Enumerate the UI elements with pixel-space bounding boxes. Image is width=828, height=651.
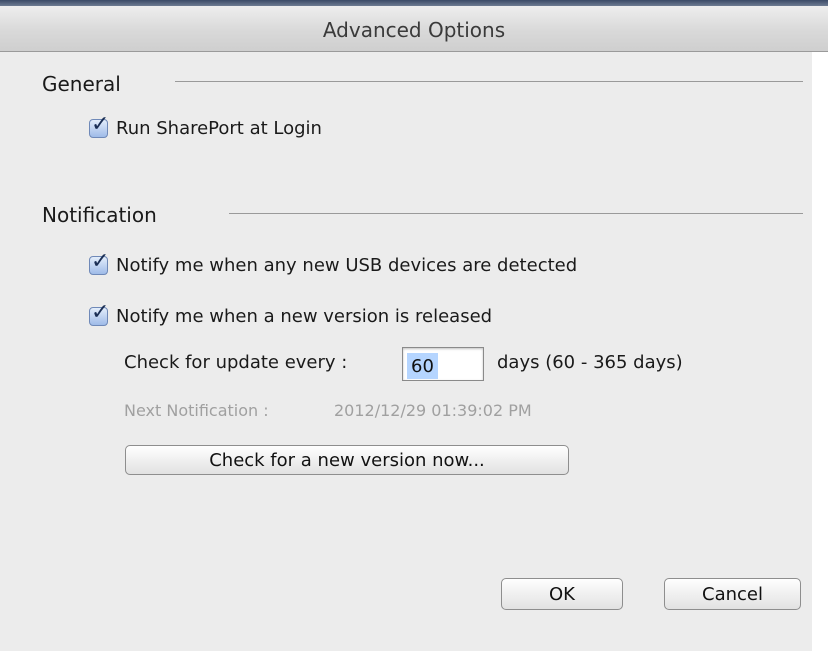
checkmark-icon: ✓ [91,249,110,274]
ok-button[interactable]: OK [501,578,623,610]
usb-detect-checkbox[interactable]: ✓ Notify me when any new USB devices are… [89,251,578,276]
days-input-value[interactable]: 60 [407,353,438,379]
check-every-label: Check for update every : [124,352,348,373]
general-divider [175,81,803,82]
new-version-label: Notify me when a new version is released [116,306,493,327]
general-heading: General [42,72,121,96]
new-version-checkbox[interactable]: ✓ Notify me when a new version is releas… [89,302,493,327]
check-now-button[interactable]: Check for a new version now... [125,445,569,475]
days-range-label: days (60 - 365 days) [497,352,683,373]
checkmark-icon: ✓ [91,300,110,325]
window-edge [812,52,828,651]
title-bar: Advanced Options [0,0,828,52]
next-notification-label: Next Notification : [124,401,269,420]
notification-divider [229,213,803,214]
window-title: Advanced Options [322,18,506,42]
next-notification-value: 2012/12/29 01:39:02 PM [334,401,532,420]
run-at-login-label: Run SharePort at Login [116,118,322,139]
notification-heading: Notification [42,203,157,227]
usb-detect-label: Notify me when any new USB devices are d… [116,255,578,276]
window-frame-top [0,0,828,6]
advanced-options-window: Advanced Options General ✓ Run SharePort… [0,0,828,651]
checkbox-box[interactable]: ✓ [89,251,109,275]
checkbox-box[interactable]: ✓ [89,114,109,138]
run-at-login-checkbox[interactable]: ✓ Run SharePort at Login [89,114,322,139]
checkmark-icon: ✓ [91,112,110,137]
checkbox-box[interactable]: ✓ [89,302,109,326]
cancel-button[interactable]: Cancel [664,578,801,610]
days-input[interactable]: 60 [402,347,484,381]
